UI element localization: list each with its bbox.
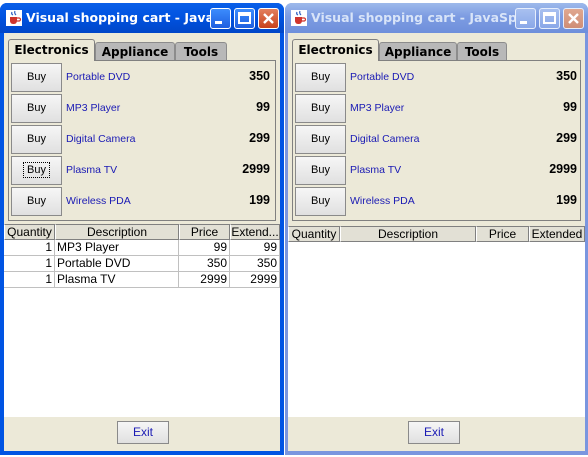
minimize-icon (215, 21, 222, 24)
column-quantity[interactable]: Quantity (288, 226, 340, 242)
product-price: 2999 (549, 162, 577, 176)
cell-description: MP3 Player (55, 240, 179, 256)
column-price[interactable]: Price (476, 226, 529, 242)
table-row[interactable]: 1 Plasma TV 2999 2999 (4, 272, 280, 288)
cart-table[interactable]: Quantity Description Price Extended (288, 226, 585, 417)
tab-appliance[interactable]: Appliance (95, 42, 175, 61)
tab-tools[interactable]: Tools (175, 42, 227, 61)
product-name: Digital Camera (66, 133, 136, 145)
buy-button[interactable]: Buy (11, 63, 62, 92)
close-button[interactable] (563, 8, 584, 29)
product-name: MP3 Player (66, 102, 121, 114)
tab-tools[interactable]: Tools (457, 42, 507, 61)
cart-table[interactable]: Quantity Description Price Extend... 1 M… (4, 224, 280, 417)
window-content: Electronics Appliance Tools Buy Portable… (4, 33, 280, 451)
maximize-icon (238, 12, 251, 24)
table-row[interactable]: 1 MP3 Player 99 99 (4, 240, 280, 256)
product-name: Plasma TV (350, 164, 402, 176)
product-price: 350 (249, 69, 270, 83)
cell-price: 350 (179, 256, 230, 272)
exit-button[interactable]: Exit (408, 421, 460, 444)
close-icon (263, 13, 274, 24)
minimize-button[interactable] (210, 8, 231, 29)
window-title: Visual shopping cart - JavaSpa... (311, 10, 515, 25)
table-row[interactable]: 1 Portable DVD 350 350 (4, 256, 280, 272)
cell-extended: 2999 (230, 272, 280, 288)
buy-button[interactable]: Buy (11, 125, 62, 154)
cell-quantity: 1 (4, 240, 55, 256)
product-price: 199 (249, 193, 270, 207)
close-icon (568, 13, 579, 24)
buy-button[interactable]: Buy (11, 94, 62, 123)
buy-button[interactable]: Buy (295, 156, 346, 185)
buy-button[interactable]: Buy (295, 187, 346, 216)
product-name: Portable DVD (350, 71, 415, 83)
minimize-icon (520, 21, 527, 24)
product-name: Wireless PDA (66, 195, 131, 207)
tab-electronics[interactable]: Electronics (8, 39, 95, 61)
buy-label: Buy (23, 162, 50, 178)
product-price: 299 (249, 131, 270, 145)
buy-button[interactable]: Buy (295, 94, 346, 123)
product-price: 99 (256, 100, 270, 114)
product-panel: Buy Portable DVD 350 Buy MP3 Player 99 B… (8, 60, 276, 221)
title-bar[interactable]: Visual shopping cart - Java... (0, 3, 284, 33)
buy-button[interactable]: Buy (295, 125, 346, 154)
column-description[interactable]: Description (55, 224, 179, 240)
buy-button[interactable]: Buy (295, 63, 346, 92)
cell-description: Plasma TV (55, 272, 179, 288)
product-price: 299 (556, 131, 577, 145)
cell-quantity: 1 (4, 256, 55, 272)
cell-price: 2999 (179, 272, 230, 288)
column-quantity[interactable]: Quantity (4, 224, 55, 240)
buy-button[interactable]: Buy (11, 156, 62, 185)
java-cup-icon (6, 10, 22, 26)
cell-extended: 350 (230, 256, 280, 272)
cart-window-2: Visual shopping cart - JavaSpa... Electr… (285, 3, 588, 455)
cell-extended: 99 (230, 240, 280, 256)
table-header: Quantity Description Price Extended (288, 226, 585, 242)
column-extended[interactable]: Extended (529, 226, 585, 242)
product-name: Wireless PDA (350, 195, 415, 207)
window-title: Visual shopping cart - Java... (26, 10, 210, 25)
column-description[interactable]: Description (340, 226, 476, 242)
product-name: Plasma TV (66, 164, 118, 176)
maximize-icon (543, 12, 556, 24)
cell-price: 99 (179, 240, 230, 256)
cell-description: Portable DVD (55, 256, 179, 272)
tab-appliance[interactable]: Appliance (379, 42, 457, 61)
cell-quantity: 1 (4, 272, 55, 288)
cart-window-1: Visual shopping cart - Java... Electroni… (0, 3, 284, 455)
tab-electronics[interactable]: Electronics (292, 39, 379, 61)
buy-button[interactable]: Buy (11, 187, 62, 216)
product-price: 350 (556, 69, 577, 83)
exit-button[interactable]: Exit (117, 421, 169, 444)
minimize-button[interactable] (515, 8, 536, 29)
product-price: 99 (563, 100, 577, 114)
maximize-button[interactable] (234, 8, 255, 29)
product-name: MP3 Player (350, 102, 405, 114)
title-bar[interactable]: Visual shopping cart - JavaSpa... (285, 3, 588, 33)
product-price: 199 (556, 193, 577, 207)
product-name: Portable DVD (66, 71, 131, 83)
column-extended[interactable]: Extend... (230, 224, 280, 240)
product-panel: Buy Portable DVD 350 Buy MP3 Player 99 B… (292, 60, 581, 221)
maximize-button[interactable] (539, 8, 560, 29)
window-content: Electronics Appliance Tools Buy Portable… (288, 33, 585, 451)
column-price[interactable]: Price (179, 224, 230, 240)
table-header: Quantity Description Price Extend... (4, 224, 280, 240)
close-button[interactable] (258, 8, 279, 29)
product-price: 2999 (242, 162, 270, 176)
java-cup-icon (291, 10, 307, 26)
product-name: Digital Camera (350, 133, 420, 145)
